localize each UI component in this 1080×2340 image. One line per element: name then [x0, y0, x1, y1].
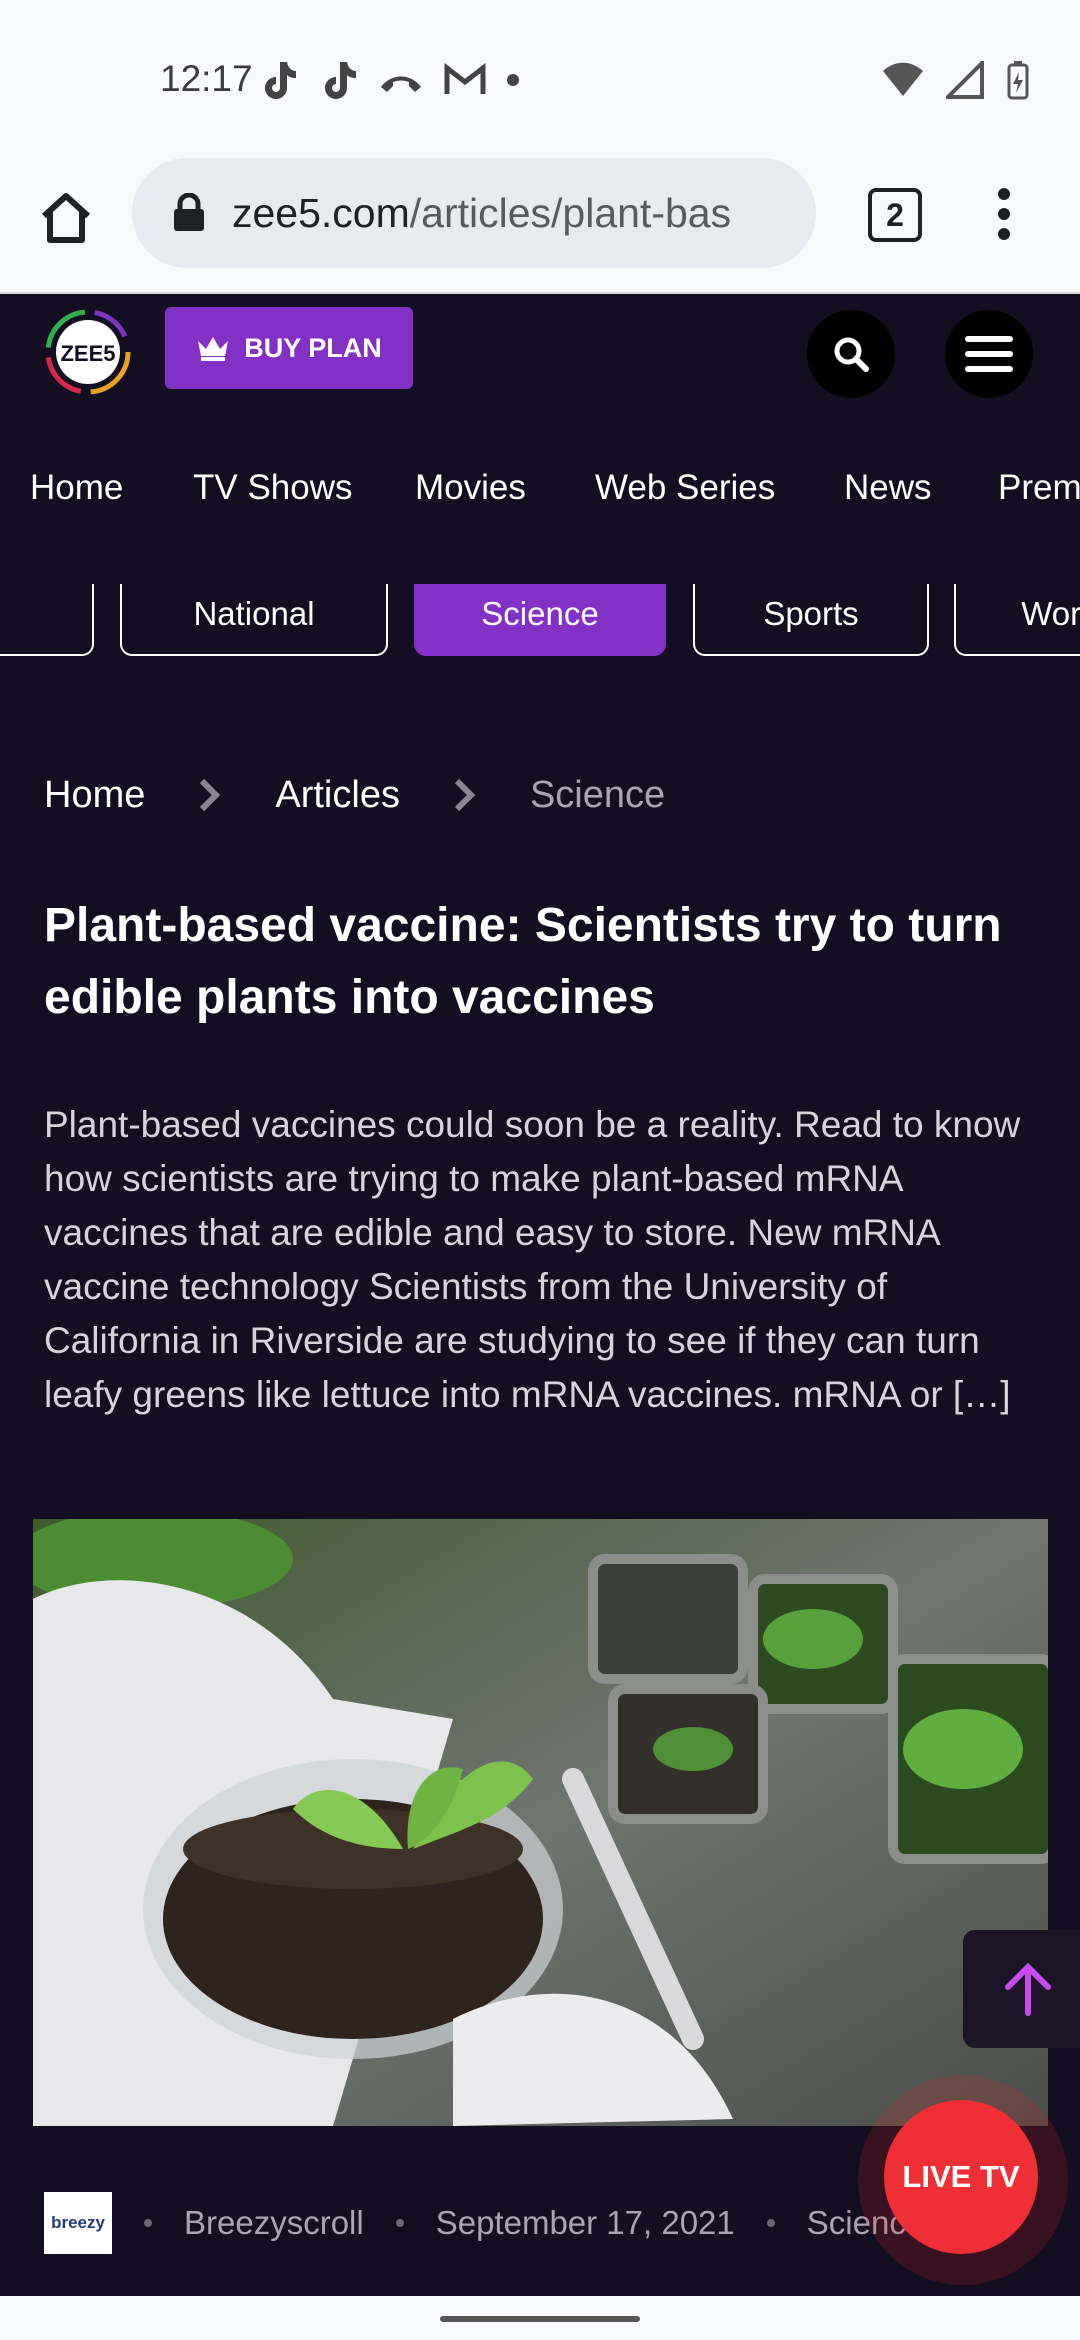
article-author[interactable]: Breezyscroll — [184, 2204, 364, 2242]
more-notifications-dot-icon — [507, 74, 519, 86]
seedling-petri-dish-photo — [33, 1519, 1048, 2126]
nav-item-home[interactable]: Home — [30, 468, 123, 508]
article-image[interactable] — [33, 1519, 1048, 2126]
search-icon — [834, 337, 869, 372]
category-chip-science[interactable]: Science — [414, 584, 666, 656]
system-icons — [882, 60, 1030, 100]
article-title: Plant-based vaccine: Scientists try to t… — [44, 899, 1002, 1024]
status-time: 12:17 — [160, 58, 253, 99]
address-bar[interactable]: zee5.com/articles/plant-bas — [132, 158, 816, 268]
breadcrumb-current: Science — [529, 773, 666, 816]
category-chip-world[interactable]: World — [954, 584, 1080, 656]
gesture-handle[interactable] — [440, 2316, 640, 2322]
buy-plan-label: BUY PLAN — [244, 332, 382, 363]
nav-item-movies[interactable]: Movies — [415, 468, 526, 508]
separator-dot — [144, 2219, 152, 2227]
separator-dot — [395, 2219, 404, 2227]
live-tv-button[interactable]: LIVE TV — [884, 2100, 1038, 2254]
tab-switcher-button[interactable]: 2 — [868, 188, 922, 242]
browser-toolbar: zee5.com/articles/plant-bas 2 — [0, 156, 1080, 294]
breadcrumb-articles[interactable]: Articles — [275, 774, 400, 817]
main-navigation: Home TV Shows Movies Web Series News Pre… — [0, 440, 1080, 540]
chevron-right-icon — [454, 778, 476, 812]
missed-call-icon — [381, 76, 421, 92]
nav-item-premium[interactable]: Premium — [998, 468, 1080, 508]
article-meta: breezy Breezyscroll September 17, 2021 S… — [44, 2192, 924, 2254]
category-chips: National Science Sports World — [0, 584, 1080, 660]
tiktok-icon — [325, 62, 356, 99]
category-chip-partial[interactable] — [0, 584, 94, 656]
article-excerpt: Plant-based vaccines could soon be a rea… — [44, 1104, 1021, 1415]
home-icon[interactable] — [36, 188, 96, 248]
wifi-icon — [883, 62, 923, 96]
overflow-menu-icon[interactable] — [990, 186, 1018, 242]
signal-icon — [946, 61, 984, 99]
article-date: September 17, 2021 — [435, 2204, 735, 2241]
zee5-logo[interactable]: ZEE5 — [44, 308, 132, 396]
status-bar: 12:17 — [0, 0, 1080, 156]
breadcrumb: Home Articles Science — [44, 770, 665, 820]
tiktok-icon — [265, 62, 296, 99]
search-button[interactable] — [807, 310, 895, 398]
author-logo: breezy — [44, 2192, 112, 2254]
gmail-icon — [444, 63, 486, 94]
arrow-up-icon — [1005, 1962, 1051, 2016]
category-chip-national[interactable]: National — [120, 584, 388, 656]
buy-plan-button[interactable]: BUY PLAN — [165, 307, 413, 389]
svg-text:ZEE5: ZEE5 — [60, 341, 115, 366]
system-navigation-bar — [0, 2296, 1080, 2340]
hamburger-icon — [965, 336, 1013, 372]
notification-icons — [258, 58, 520, 102]
separator-dot — [766, 2219, 775, 2227]
nav-item-tv-shows[interactable]: TV Shows — [193, 468, 353, 508]
category-chip-sports[interactable]: Sports — [693, 584, 929, 656]
breadcrumb-home[interactable]: Home — [44, 774, 145, 817]
nav-item-news[interactable]: News — [844, 468, 932, 508]
chevron-right-icon — [200, 778, 221, 812]
scroll-to-top-button[interactable] — [963, 1930, 1080, 2048]
site-header: ZEE5 BUY PLAN — [0, 294, 1080, 414]
hamburger-menu-button[interactable] — [945, 310, 1033, 398]
lock-icon — [174, 193, 204, 231]
battery-charging-icon — [1007, 61, 1029, 100]
nav-item-web-series[interactable]: Web Series — [595, 468, 775, 508]
crown-icon — [198, 337, 229, 361]
url-text: zee5.com/articles/plant-bas — [232, 189, 732, 236]
